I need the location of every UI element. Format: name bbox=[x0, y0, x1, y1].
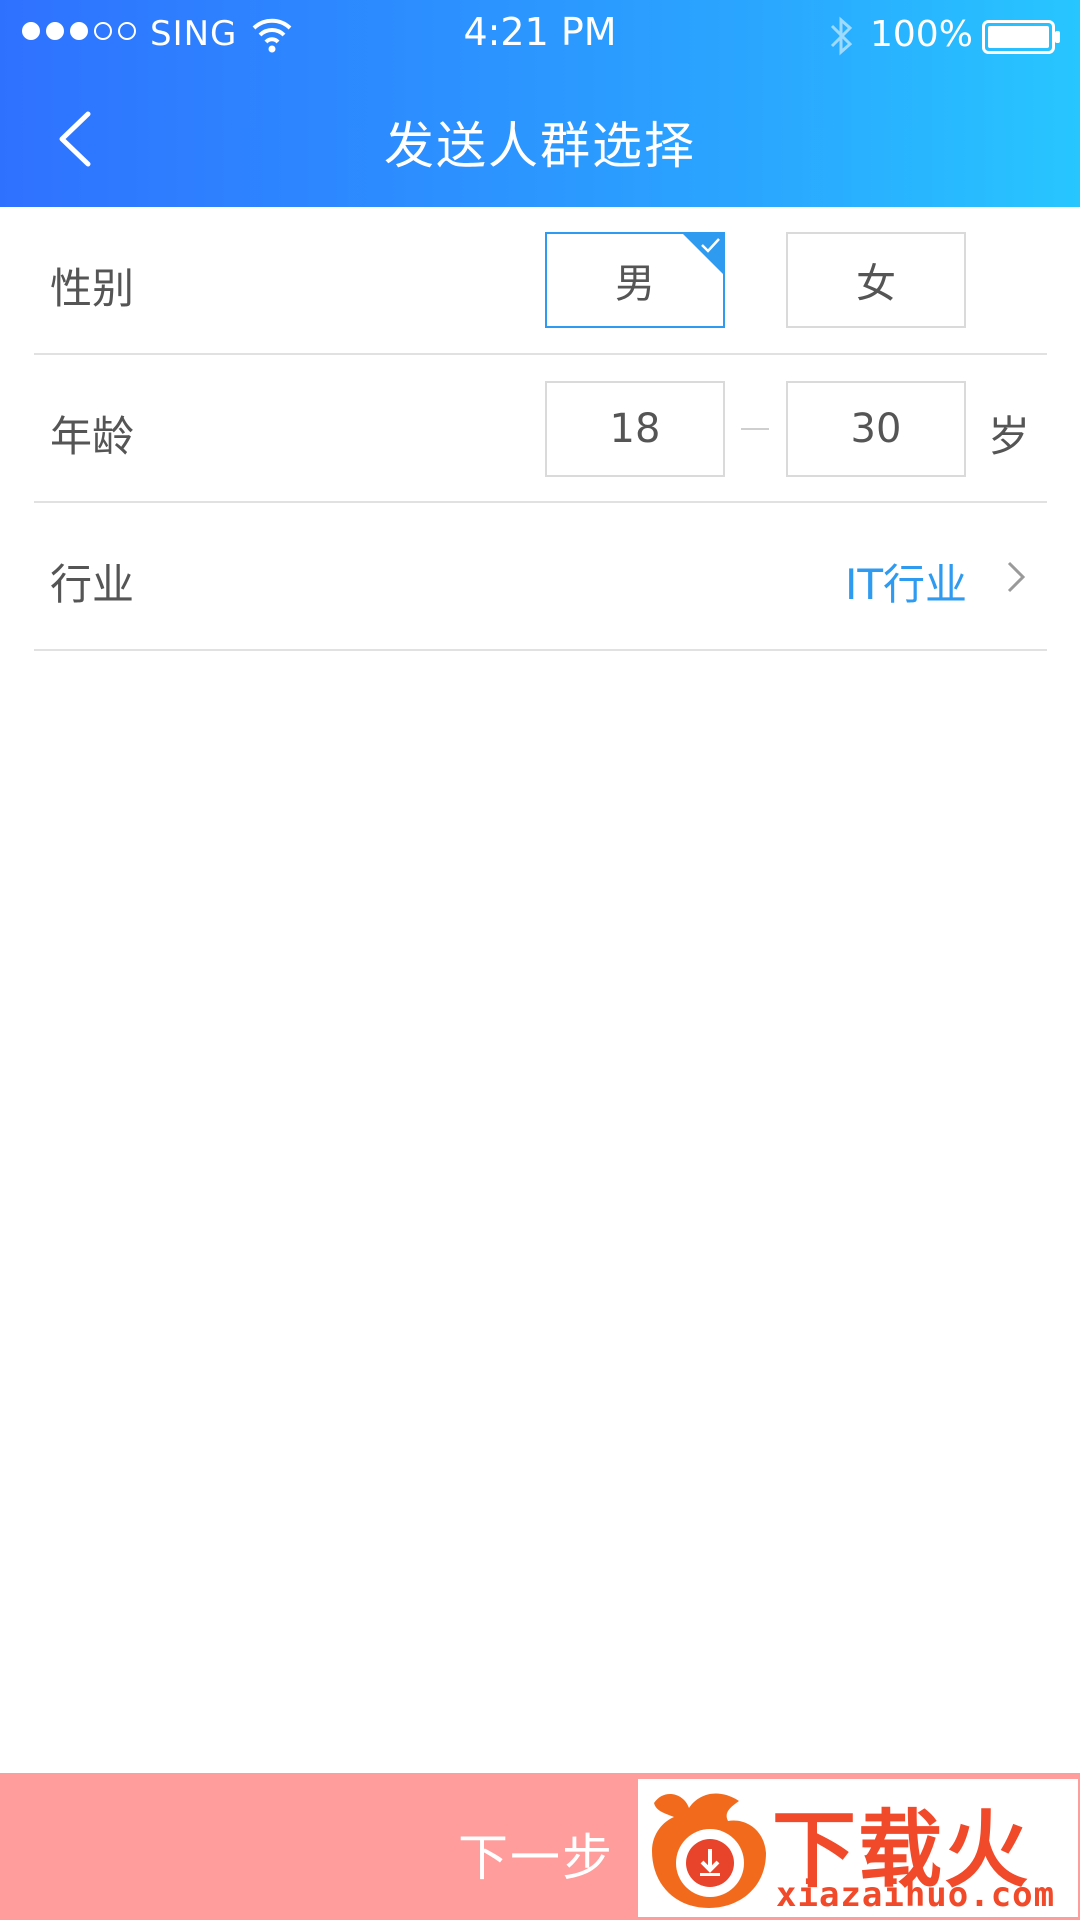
industry-row[interactable]: 行业 IT行业 bbox=[34, 503, 1047, 651]
screen: SING 4:21 PM 100% 发送人群选择 性别 男 女 年龄 18 30… bbox=[0, 0, 1080, 1920]
age-max-input[interactable]: 30 bbox=[786, 381, 966, 477]
watermark-logo bbox=[652, 1793, 766, 1908]
age-min-input[interactable]: 18 bbox=[545, 381, 725, 477]
age-unit: 岁 bbox=[988, 412, 1031, 461]
age-max-value: 30 bbox=[850, 406, 902, 452]
gender-option-female[interactable]: 女 bbox=[786, 232, 966, 328]
battery-icon bbox=[982, 20, 1060, 54]
nav-bar: 发送人群选择 bbox=[0, 70, 1080, 207]
chevron-right-icon bbox=[1007, 561, 1026, 593]
age-min-value: 18 bbox=[609, 406, 661, 452]
gender-option-male-label: 男 bbox=[615, 261, 655, 307]
battery-percent: 100% bbox=[870, 14, 973, 55]
watermark-url: xiazaihuo.com bbox=[776, 1875, 1056, 1915]
bluetooth-icon bbox=[830, 16, 853, 56]
gender-row: 性别 男 女 bbox=[34, 207, 1047, 355]
watermark: 下载火 xiazaihuo.com bbox=[638, 1779, 1078, 1917]
gender-option-male[interactable]: 男 bbox=[545, 232, 725, 328]
industry-value: IT行业 bbox=[844, 560, 967, 609]
gender-label: 性别 bbox=[50, 264, 135, 313]
check-icon bbox=[701, 238, 720, 253]
page-title: 发送人群选择 bbox=[384, 117, 696, 175]
age-label: 年龄 bbox=[50, 412, 135, 461]
age-row: 年龄 18 30 岁 bbox=[34, 355, 1047, 503]
status-bar: SING 4:21 PM 100% bbox=[0, 0, 1080, 70]
header: SING 4:21 PM 100% 发送人群选择 bbox=[0, 0, 1080, 207]
next-step-label: 下一步 bbox=[458, 1829, 614, 1887]
gender-option-female-label: 女 bbox=[856, 261, 896, 307]
industry-label: 行业 bbox=[50, 560, 135, 609]
age-range-separator bbox=[741, 428, 769, 430]
